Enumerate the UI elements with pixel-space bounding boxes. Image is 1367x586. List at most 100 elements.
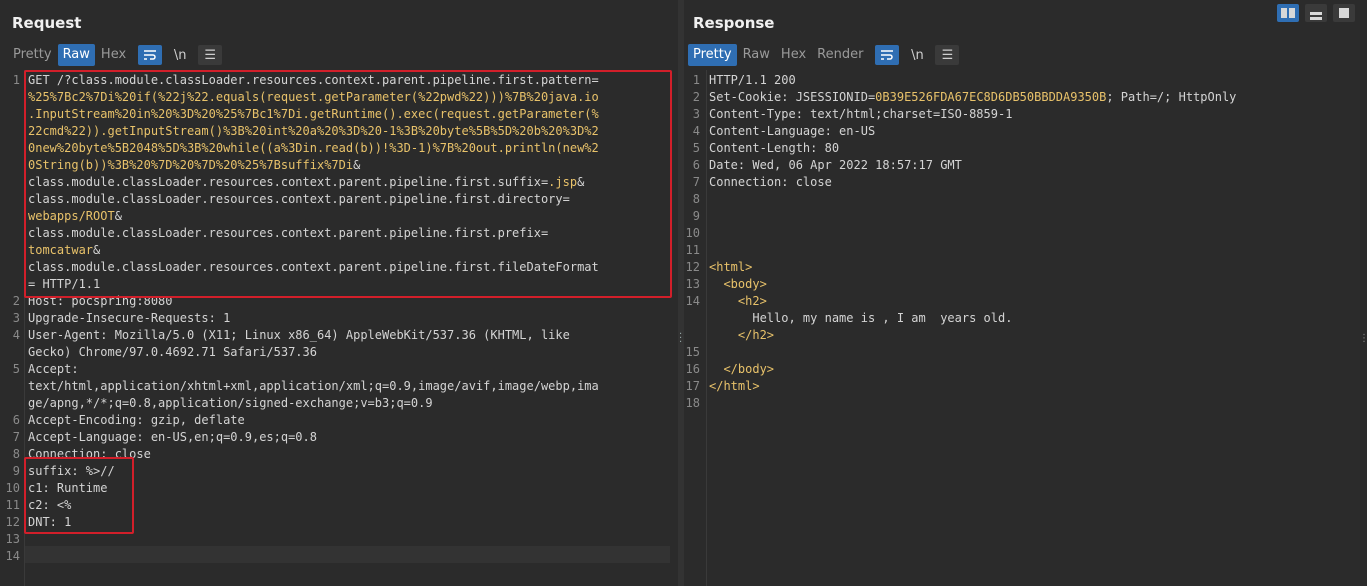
code-token: Gecko) Chrome/97.0.4692.71 Safari/537.36	[28, 345, 317, 359]
line-number: 10	[5, 481, 20, 495]
code-token: Date: Wed, 06 Apr 2022 18:57:17 GMT	[709, 158, 962, 172]
line-number: 4	[12, 328, 20, 342]
code-line: Date: Wed, 06 Apr 2022 18:57:17 GMT	[709, 157, 1236, 174]
menu-icon[interactable]: ☰	[935, 45, 960, 65]
code-line: ge/apng,*/*;q=0.8,application/signed-exc…	[28, 395, 599, 412]
tab-pretty[interactable]: Pretty	[688, 44, 737, 66]
line-number: 12	[5, 515, 20, 529]
code-line: </html>	[709, 378, 1236, 395]
tab-render[interactable]: Render	[812, 44, 868, 66]
wrap-icon[interactable]	[875, 45, 900, 65]
line-number: 8	[12, 447, 20, 461]
response-editor[interactable]: 1 2 3 4 5 6 7 8 9 10 11 12 13 14 15 16 17 18 HTTP/1.1 200…	[684, 70, 1367, 586]
code-line: </h2>	[709, 327, 1236, 344]
code-line: <h2>	[709, 293, 1236, 310]
response-title: Response	[693, 14, 775, 32]
line-number: 10	[685, 226, 700, 240]
code-token: Set-Cookie: JSESSIONID=	[709, 90, 876, 104]
line-number: 6	[692, 158, 700, 172]
line-number: 14	[685, 294, 700, 308]
tab-raw[interactable]: Raw	[57, 44, 95, 66]
code-line: <html>	[709, 259, 1236, 276]
code-line: Set-Cookie: JSESSIONID=0B39E526FDA67EC8D…	[709, 89, 1236, 106]
line-number: 1	[692, 73, 700, 87]
code-line: Accept:	[28, 361, 599, 378]
line-number: 6	[12, 413, 20, 427]
code-line: HTTP/1.1 200	[709, 72, 1236, 89]
request-title: Request	[12, 14, 82, 32]
code-token: User-Agent: Mozilla/5.0 (X11; Linux x86_…	[28, 328, 570, 342]
code-token: Content-Language: en-US	[709, 124, 876, 138]
code-line: Content-Type: text/html;charset=ISO-8859…	[709, 106, 1236, 123]
newline-toggle[interactable]: \n	[905, 45, 929, 65]
request-tabs: Pretty Raw Hex \n ☰	[8, 44, 223, 66]
code-token: Content-Type: text/html;charset=ISO-8859…	[709, 107, 1013, 121]
response-panel: Response Pretty Raw Hex Render \n ☰ 1234…	[684, 0, 1367, 586]
tab-hex[interactable]: Hex	[776, 44, 811, 66]
code-line: Content-Length: 80	[709, 140, 1236, 157]
code-token: Content-Length: 80	[709, 141, 840, 155]
code-token: <html>	[709, 260, 753, 274]
code-token: text/html,application/xhtml+xml,applicat…	[28, 379, 599, 393]
code-line: Content-Language: en-US	[709, 123, 1236, 140]
code-token: Hello, my name is , I am years old.	[709, 311, 1013, 325]
line-number: 13	[5, 532, 20, 546]
line-number: 17	[685, 379, 700, 393]
request-editor[interactable]: 1 2 3 4 5 6 7 8 9 10 11 12 13 14 GET /?class.module.c…	[0, 70, 678, 586]
code-line: <body>	[709, 276, 1236, 293]
tab-hex[interactable]: Hex	[96, 44, 131, 66]
response-code[interactable]: HTTP/1.1 200 Set-Cookie: JSESSIONID=0B39E…	[709, 72, 1236, 412]
line-number: 8	[692, 192, 700, 206]
code-token: HTTP/1.1 200	[709, 73, 796, 87]
line-number: 14	[5, 549, 20, 563]
code-token: </html>	[709, 379, 760, 393]
scroll-handle-icon[interactable]: ⋮	[1359, 333, 1367, 344]
tab-pretty[interactable]: Pretty	[8, 44, 57, 66]
wrap-icon[interactable]	[138, 45, 163, 65]
code-token: ge/apng,*/*;q=0.8,application/signed-exc…	[28, 396, 433, 410]
line-number: 4	[692, 124, 700, 138]
code-line: Gecko) Chrome/97.0.4692.71 Safari/537.36	[28, 344, 599, 361]
code-line: User-Agent: Mozilla/5.0 (X11; Linux x86_…	[28, 327, 599, 344]
menu-icon[interactable]: ☰	[198, 45, 223, 65]
response-tabs: Pretty Raw Hex Render \n ☰	[688, 44, 960, 66]
line-number: 18	[685, 396, 700, 410]
code-token: </h2>	[737, 328, 775, 342]
code-line: Hello, my name is , I am years old.	[709, 310, 1236, 327]
code-line: Accept-Encoding: gzip, deflate	[28, 412, 599, 429]
line-number: 7	[692, 175, 700, 189]
line-number: 16	[685, 362, 700, 376]
tab-raw[interactable]: Raw	[738, 44, 775, 66]
code-token: <h2>	[737, 294, 767, 308]
code-token: </body>	[723, 362, 775, 376]
line-number: 11	[5, 498, 20, 512]
line-number: 5	[692, 141, 700, 155]
line-number: 2	[12, 294, 20, 308]
line-number: 2	[692, 90, 700, 104]
code-token: Upgrade-Insecure-Requests: 1	[28, 311, 231, 325]
code-line: Accept-Language: en-US,en;q=0.9,es;q=0.8	[28, 429, 599, 446]
line-number: 12	[685, 260, 700, 274]
highlight-box-request-line	[24, 70, 672, 298]
newline-toggle[interactable]: \n	[168, 45, 192, 65]
line-number: 1	[12, 73, 20, 87]
code-token: Connection: close	[709, 175, 832, 189]
code-line: text/html,application/xhtml+xml,applicat…	[28, 378, 599, 395]
line-number-gutter: 1 2 3 4 5 6 7 8 9 10 11 12 13 14 15 16 17 18	[684, 70, 704, 586]
code-line: Connection: close	[709, 174, 1236, 191]
highlight-box-headers	[24, 457, 134, 534]
line-number: 11	[685, 243, 700, 257]
line-number: 9	[692, 209, 700, 223]
line-number: 7	[12, 430, 20, 444]
line-number-gutter: 1 2 3 4 5 6 7 8 9 10 11 12 13 14	[0, 70, 24, 586]
code-line: Upgrade-Insecure-Requests: 1	[28, 310, 599, 327]
